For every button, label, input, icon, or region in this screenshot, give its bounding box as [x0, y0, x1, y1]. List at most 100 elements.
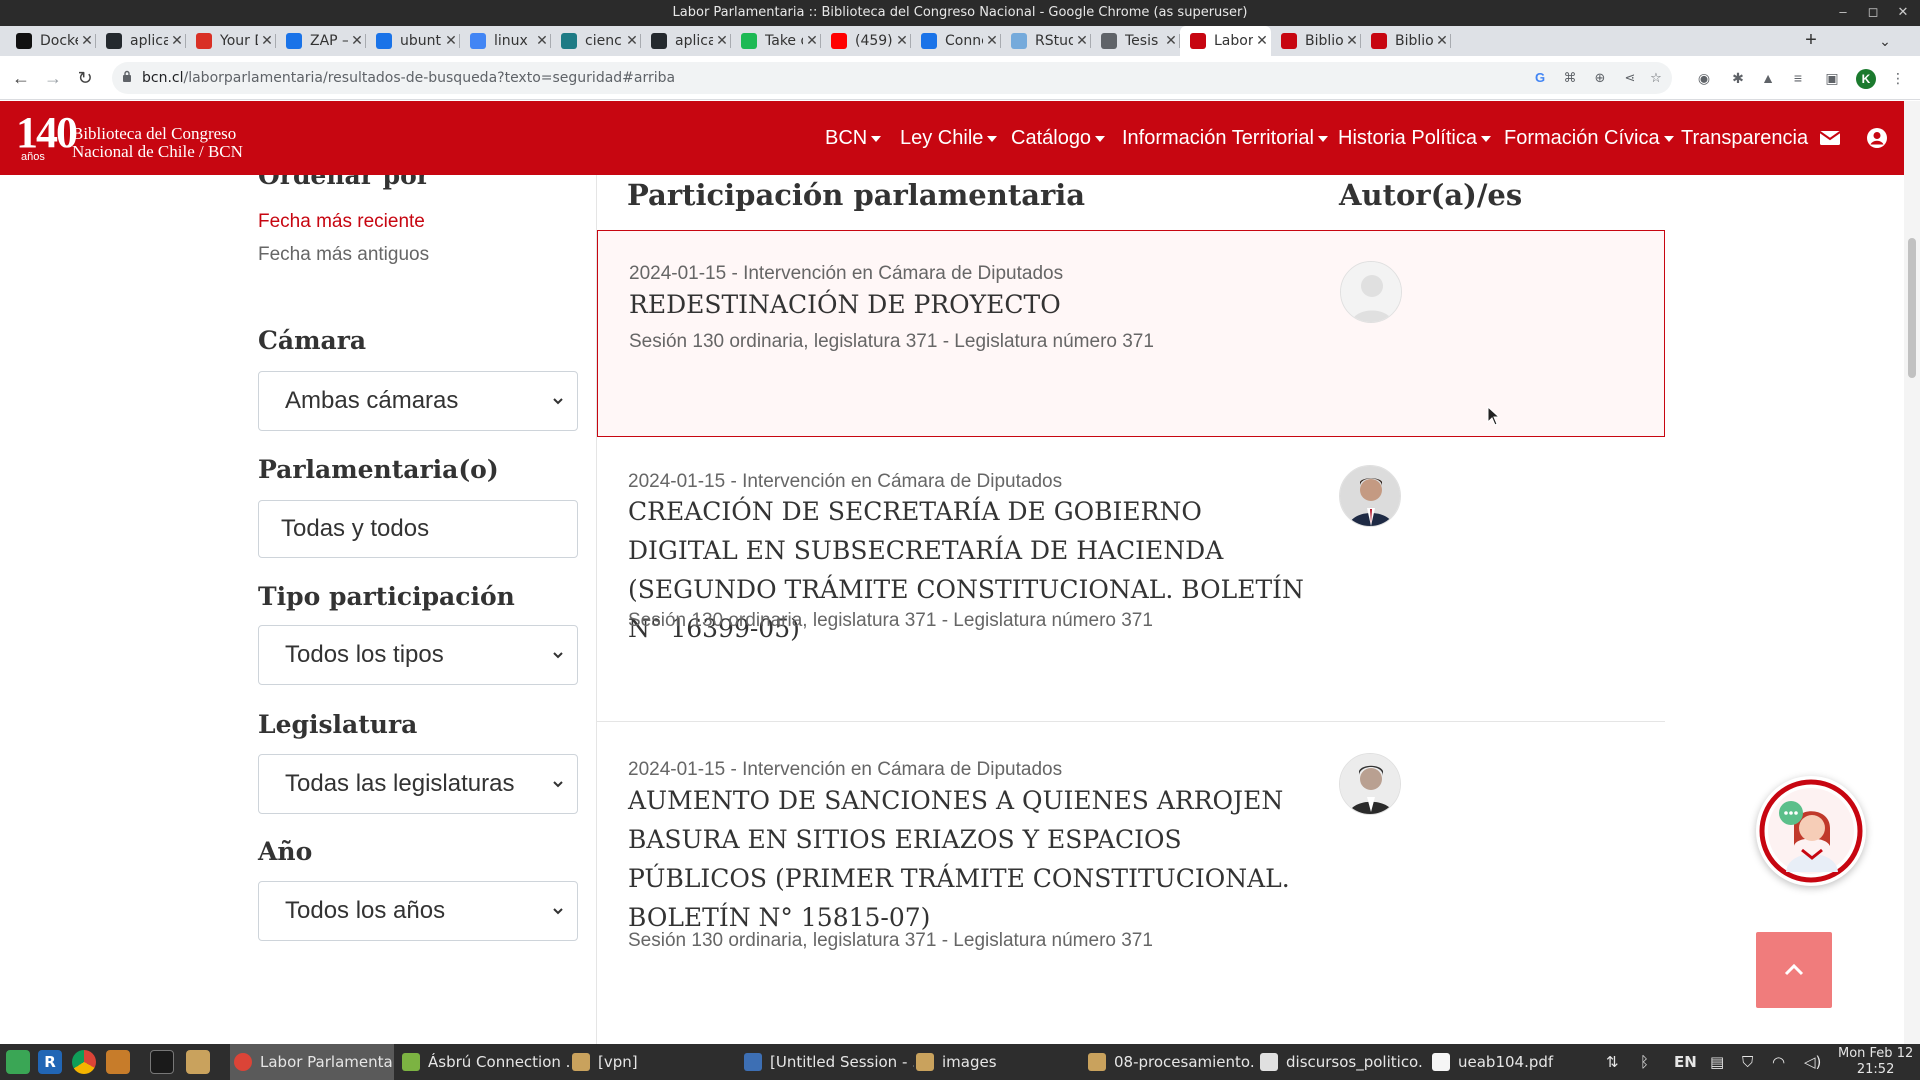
terminal-launcher-icon[interactable] — [6, 1050, 30, 1074]
tipo-participacion-select[interactable]: Todos los tipos — [258, 625, 578, 685]
bookmark-star-icon[interactable]: ☆ — [1648, 70, 1664, 86]
envelope-icon[interactable] — [1818, 126, 1842, 150]
tab-search-icon[interactable]: ⌄ — [1870, 26, 1900, 56]
taskbar-window-pdf[interactable]: ueab104.pdf — [1432, 1044, 1582, 1080]
result-title[interactable]: AUMENTO DE SANCIONES A QUIENES ARROJEN B… — [628, 781, 1308, 937]
translate-icon[interactable]: ⌘ — [1562, 70, 1578, 86]
close-tab-icon[interactable]: ✕ — [1343, 33, 1361, 49]
browser-tab[interactable]: Docke✕ — [6, 26, 96, 56]
taskbar-window-session[interactable]: [Untitled Session - ... — [744, 1044, 914, 1080]
author-avatar-placeholder[interactable] — [1340, 261, 1402, 323]
legislatura-select[interactable]: Todas las legislaturas — [258, 754, 578, 814]
close-tab-icon[interactable]: ✕ — [1253, 33, 1271, 49]
nav-bcn[interactable]: BCN — [825, 101, 882, 175]
profile-avatar[interactable]: K — [1856, 69, 1876, 89]
close-tab-icon[interactable]: ✕ — [348, 33, 366, 49]
scrollbar-thumb[interactable] — [1908, 238, 1916, 378]
close-tab-icon[interactable]: ✕ — [1433, 33, 1451, 49]
minimize-button[interactable]: – — [1828, 0, 1858, 26]
camara-select[interactable]: Ambas cámaras — [258, 371, 578, 431]
extension-icon[interactable]: ◉ — [1694, 68, 1714, 88]
author-avatar[interactable] — [1339, 753, 1401, 815]
zoom-icon[interactable]: ⊕ — [1592, 70, 1608, 86]
browser-tab[interactable]: aplica ✕ — [641, 26, 731, 56]
nav-transparencia[interactable]: Transparencia — [1681, 101, 1808, 175]
bluetooth-icon[interactable]: ᛒ — [1640, 1044, 1649, 1080]
close-tab-icon[interactable]: ✕ — [713, 33, 731, 49]
browser-tab[interactable]: aplica ✕ — [96, 26, 186, 56]
chrome-menu-icon[interactable]: ⋮ — [1888, 68, 1908, 88]
result-card[interactable]: 2024-01-15 - Intervención en Cámara de D… — [597, 230, 1665, 437]
author-avatar[interactable] — [1339, 465, 1401, 527]
nav-historia-politica[interactable]: Historia Política — [1338, 101, 1491, 175]
close-tab-icon[interactable]: ✕ — [983, 33, 1001, 49]
user-account-icon[interactable] — [1865, 126, 1889, 150]
nav-catalogo[interactable]: Catálogo — [1011, 101, 1106, 175]
back-button[interactable]: ← — [8, 65, 34, 91]
browser-tab[interactable]: Bibliot✕ — [1271, 26, 1361, 56]
close-tab-icon[interactable]: ✕ — [258, 33, 276, 49]
close-tab-icon[interactable]: ✕ — [1073, 33, 1091, 49]
maximize-button[interactable]: ◻ — [1858, 0, 1888, 26]
keyboard-layout[interactable]: EN — [1674, 1044, 1697, 1080]
google-lens-icon[interactable]: G — [1532, 70, 1548, 86]
share-icon[interactable]: ⋖ — [1622, 70, 1638, 86]
close-tab-icon[interactable]: ✕ — [78, 33, 96, 49]
taskbar-window-chrome[interactable]: Labor Parlamenta... — [230, 1044, 394, 1080]
browser-tab[interactable]: Your D✕ — [186, 26, 276, 56]
taskbar-window-discursos[interactable]: discursos_politico... — [1260, 1044, 1424, 1080]
side-panel-icon[interactable]: ▣ — [1822, 68, 1842, 88]
order-newest-link[interactable]: Fecha más reciente — [258, 211, 425, 233]
taskbar-window-asbru[interactable]: Ásbrú Connection ... — [402, 1044, 572, 1080]
files-launcher-icon[interactable] — [106, 1050, 130, 1074]
folder-launcher-icon[interactable] — [186, 1050, 210, 1074]
tray-network-icon[interactable]: ⇅ — [1606, 1044, 1619, 1080]
forward-button[interactable]: → — [40, 65, 66, 91]
browser-tab[interactable]: RStud ✕ — [1001, 26, 1091, 56]
close-tab-icon[interactable]: ✕ — [533, 33, 551, 49]
browser-tab[interactable]: Conne✕ — [911, 26, 1001, 56]
result-title[interactable]: REDESTINACIÓN DE PROYECTO — [629, 285, 1309, 324]
taskbar-window-images[interactable]: images — [916, 1044, 1066, 1080]
taskbar-window-procesamiento[interactable]: 08-procesamiento... — [1088, 1044, 1256, 1080]
browser-tab[interactable]: ubunt ✕ — [366, 26, 460, 56]
browser-tab[interactable]: linux r✕ — [460, 26, 551, 56]
vpn-shield-icon[interactable]: ⛉ — [1742, 1044, 1753, 1080]
result-card[interactable]: 2024-01-15 - Intervención en Cámara de D… — [597, 722, 1665, 1044]
nav-formacion-civica[interactable]: Formación Cívica — [1504, 101, 1674, 175]
wifi-icon[interactable]: ◠ — [1772, 1044, 1785, 1080]
browser-tab[interactable]: Tesis p✕ — [1091, 26, 1180, 56]
terminal-icon[interactable] — [150, 1050, 174, 1074]
new-tab-button[interactable]: + — [1796, 26, 1826, 56]
close-tab-icon[interactable]: ✕ — [803, 33, 821, 49]
anio-select[interactable]: Todos los años — [258, 881, 578, 941]
browser-tab[interactable]: (459) A✕ — [821, 26, 911, 56]
chatbot-button[interactable] — [1756, 776, 1866, 886]
parlamentario-input[interactable]: Todas y todos — [258, 500, 578, 558]
browser-tab[interactable]: Labor ✕ — [1180, 26, 1271, 56]
puzzle-extensions-icon[interactable]: ✱ — [1728, 68, 1748, 88]
scroll-to-top-button[interactable] — [1756, 932, 1832, 1008]
reload-button[interactable]: ↻ — [72, 65, 98, 91]
page-scrollbar[interactable] — [1904, 101, 1920, 1044]
browser-tab[interactable]: cienci ✕ — [551, 26, 641, 56]
address-bar[interactable]: bcn.cl/laborparlamentaria/resultados-de-… — [112, 62, 1672, 94]
close-tab-icon[interactable]: ✕ — [442, 33, 460, 49]
taskbar-window-vpn[interactable]: [vpn] — [572, 1044, 712, 1080]
order-oldest-link[interactable]: Fecha más antiguos — [258, 244, 429, 266]
browser-tab[interactable]: Biblio ✕ — [1361, 26, 1451, 56]
browser-tab[interactable]: Take o✕ — [731, 26, 821, 56]
volume-icon[interactable]: ◁) — [1804, 1044, 1821, 1080]
clipboard-icon[interactable]: ▤ — [1710, 1044, 1724, 1080]
reading-list-icon[interactable]: ≡ — [1788, 68, 1808, 88]
r-launcher-icon[interactable]: R — [38, 1050, 62, 1074]
close-tab-icon[interactable]: ✕ — [1162, 33, 1180, 49]
nav-ley-chile[interactable]: Ley Chile — [900, 101, 998, 175]
labs-icon[interactable]: ▲ — [1758, 68, 1778, 88]
browser-tab[interactable]: ZAP – ✕ — [276, 26, 366, 56]
chrome-launcher-icon[interactable] — [72, 1050, 96, 1074]
nav-informacion-territorial[interactable]: Información Territorial — [1122, 101, 1328, 175]
close-tab-icon[interactable]: ✕ — [168, 33, 186, 49]
close-tab-icon[interactable]: ✕ — [893, 33, 911, 49]
system-clock[interactable]: Mon Feb 12 21:52 — [1838, 1046, 1913, 1078]
